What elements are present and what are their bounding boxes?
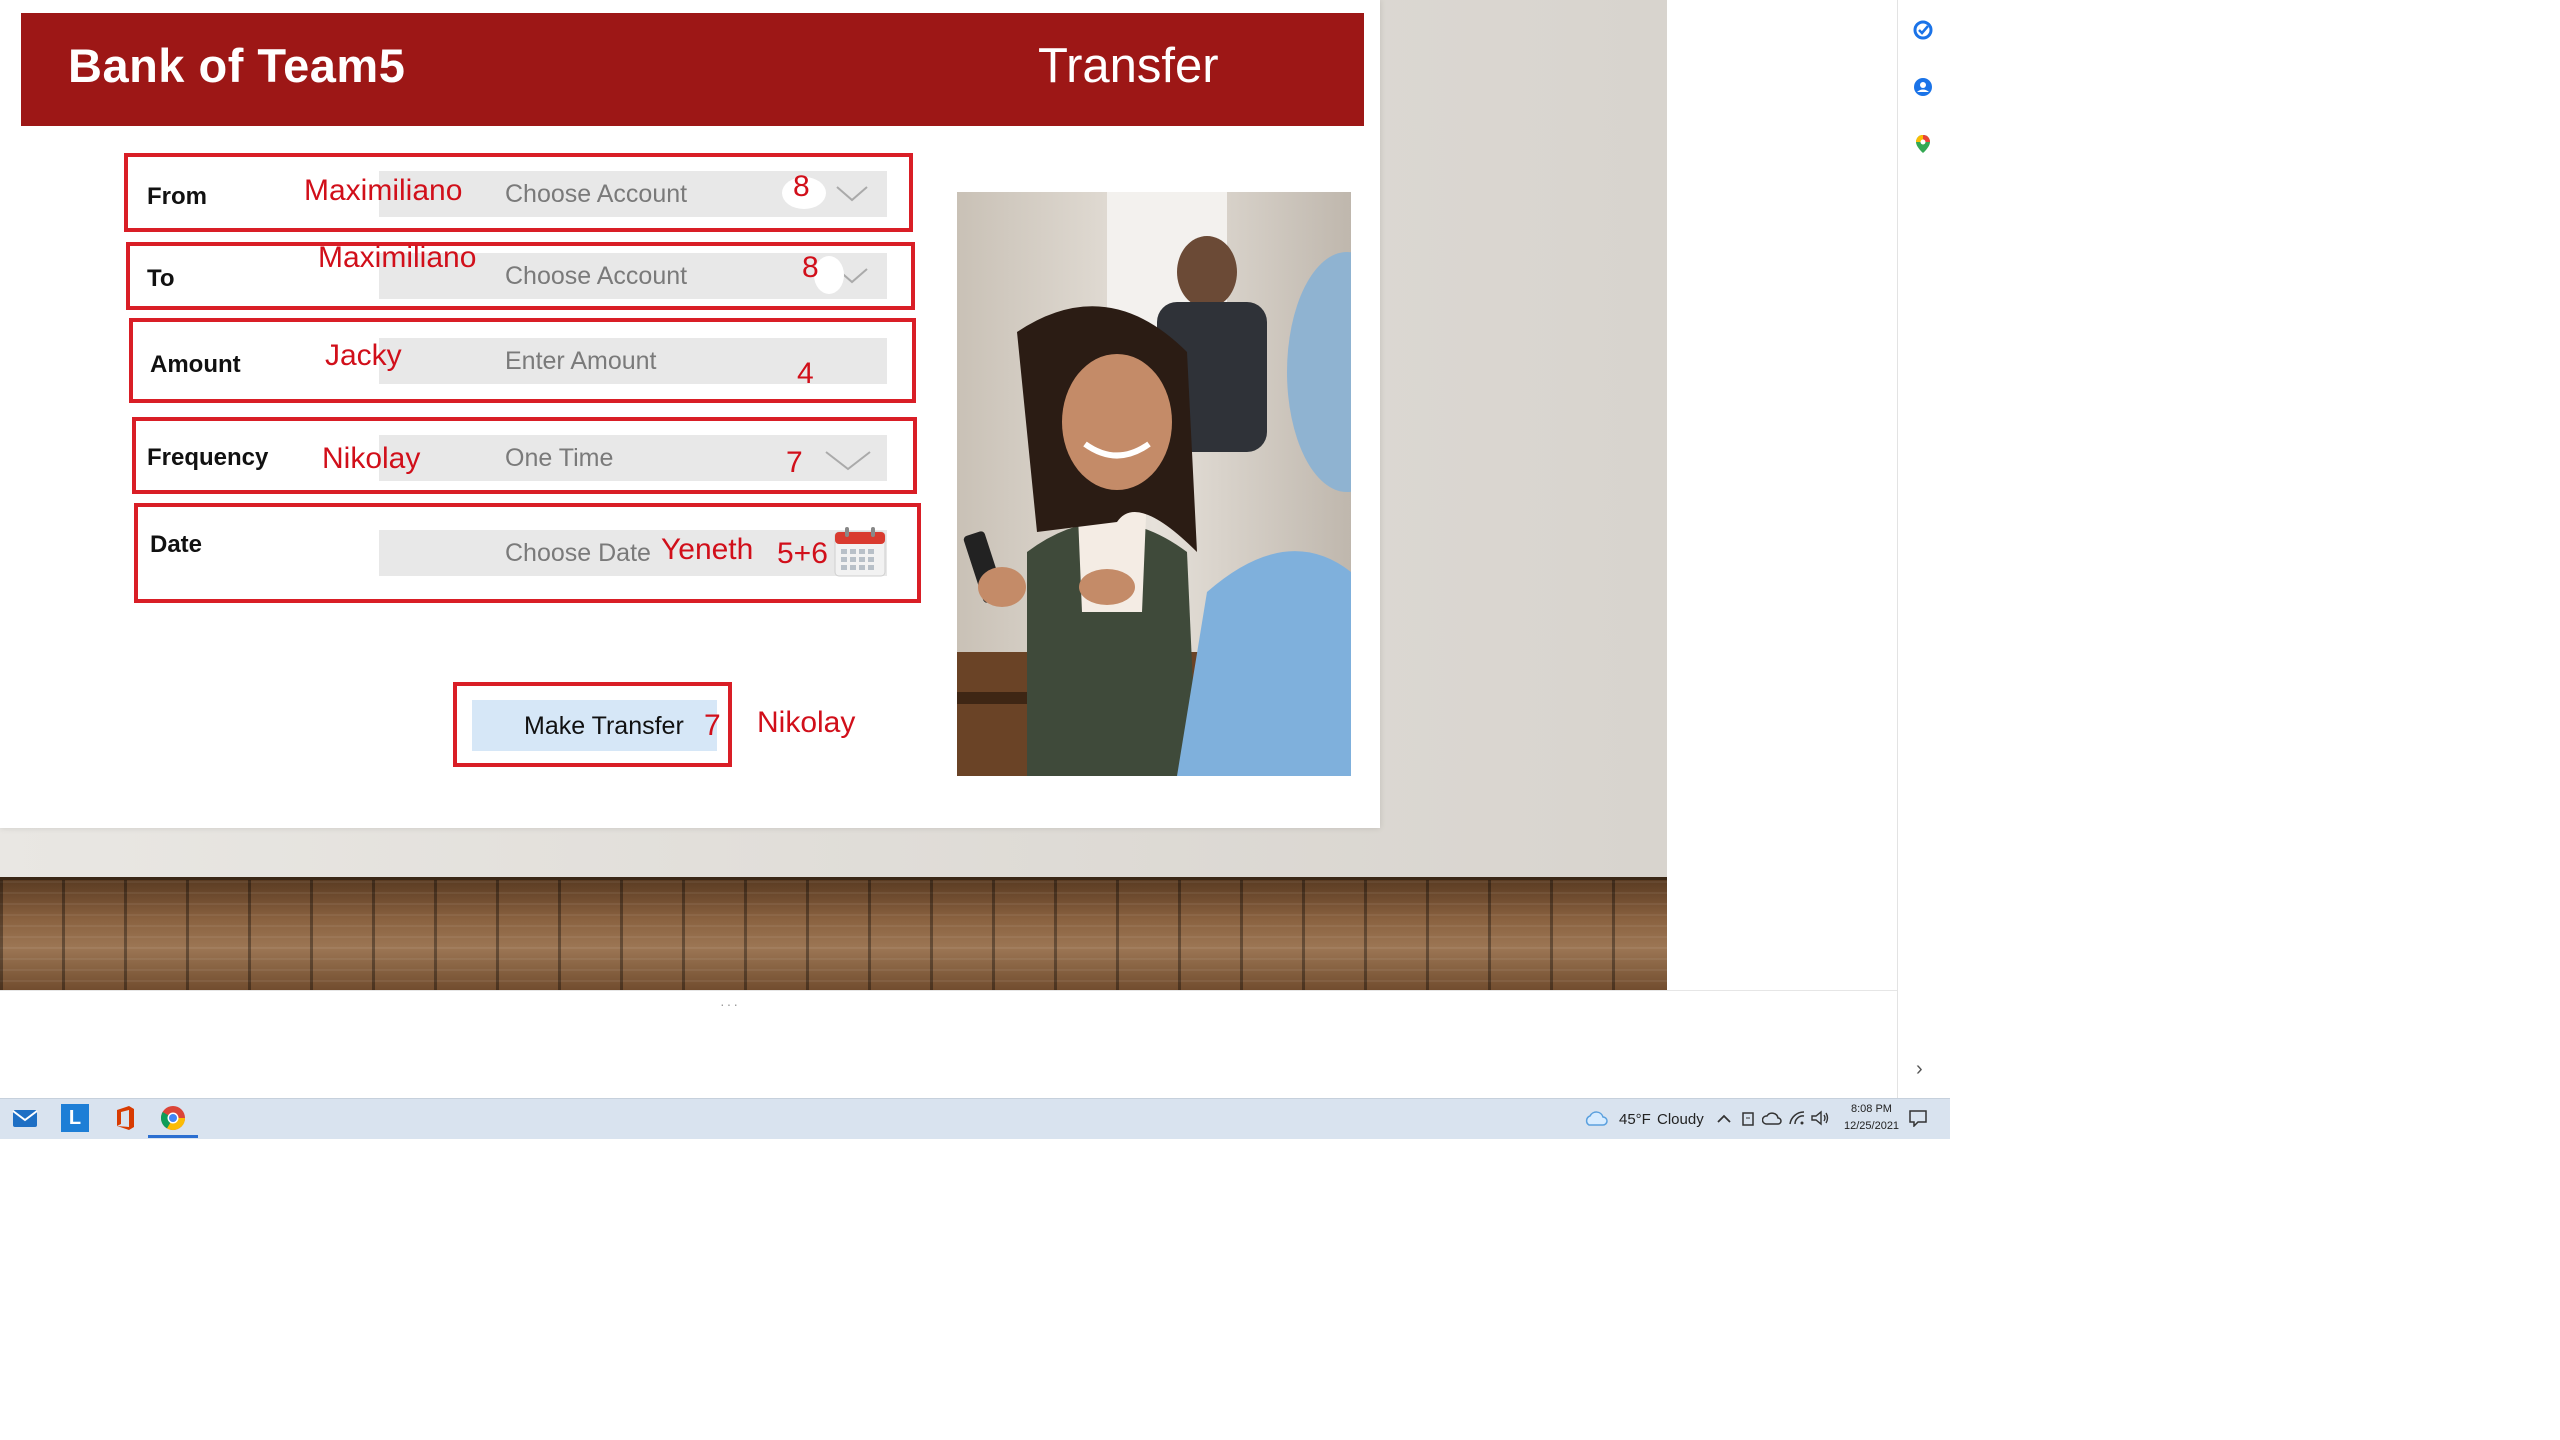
- clock-date[interactable]: 12/25/2021: [1844, 1120, 1899, 1132]
- to-assignee: Maximiliano: [318, 241, 477, 274]
- notes-area[interactable]: [0, 990, 1897, 1099]
- calendar-icon[interactable]: [832, 526, 888, 578]
- customer-photo: [957, 192, 1351, 776]
- date-placeholder: Choose Date: [505, 539, 651, 567]
- weather-condition[interactable]: Cloudy: [1657, 1111, 1704, 1128]
- from-assignee: Maximiliano: [304, 174, 463, 207]
- clock-time[interactable]: 8:08 PM: [1851, 1103, 1892, 1115]
- amount-label: Amount: [150, 351, 241, 378]
- make-transfer-number: 7: [704, 709, 721, 742]
- amount-number: 4: [797, 357, 814, 390]
- make-transfer-label: Make Transfer: [524, 712, 684, 740]
- from-placeholder: Choose Account: [505, 180, 688, 208]
- date-label: Date: [150, 531, 203, 558]
- to-number: 8: [802, 251, 819, 284]
- frequency-assignee: Nikolay: [322, 442, 421, 475]
- contacts-icon[interactable]: [1912, 76, 1934, 98]
- frequency-label: Frequency: [147, 444, 269, 471]
- weather-cloud-icon[interactable]: [1583, 1110, 1609, 1128]
- background-floor: [0, 877, 1667, 993]
- bank-title: Bank of Team5: [68, 39, 406, 92]
- date-assignee: Yeneth: [661, 533, 754, 566]
- to-label: To: [147, 265, 175, 292]
- tasks-icon[interactable]: [1912, 19, 1934, 41]
- from-label: From: [147, 183, 207, 210]
- chevron-up-icon[interactable]: [1716, 1112, 1732, 1126]
- chevron-down-icon: [836, 186, 868, 202]
- expand-panel-chevron[interactable]: ›: [1916, 1058, 1923, 1081]
- frequency-select[interactable]: One Time: [379, 435, 887, 481]
- make-transfer-assignee: Nikolay: [757, 706, 856, 739]
- chevron-down-icon: [825, 451, 871, 471]
- to-placeholder: Choose Account: [505, 262, 688, 290]
- lync-icon[interactable]: L: [61, 1104, 89, 1132]
- onedrive-icon[interactable]: [1762, 1112, 1782, 1126]
- side-panel-divider: [1897, 0, 1898, 1098]
- chrome-icon[interactable]: [159, 1104, 187, 1132]
- date-number: 5+6: [777, 537, 828, 570]
- frequency-value: One Time: [505, 444, 614, 472]
- make-transfer-button[interactable]: Make Transfer: [472, 700, 717, 751]
- from-number: 8: [793, 170, 810, 203]
- amount-placeholder: Enter Amount: [505, 347, 657, 375]
- weather-temp[interactable]: 45°F: [1619, 1111, 1651, 1128]
- active-app-indicator: [148, 1135, 198, 1138]
- page-heading: Transfer: [1038, 39, 1219, 93]
- office-icon[interactable]: [111, 1104, 139, 1132]
- device-icon[interactable]: [1740, 1110, 1756, 1128]
- notifications-icon[interactable]: [1908, 1109, 1928, 1127]
- pane-splitter[interactable]: ···: [720, 997, 750, 1011]
- maps-icon[interactable]: [1912, 133, 1934, 155]
- frequency-number: 7: [786, 446, 803, 479]
- volume-icon[interactable]: [1810, 1110, 1830, 1126]
- wifi-icon[interactable]: [1788, 1110, 1806, 1126]
- mail-icon[interactable]: [11, 1104, 39, 1132]
- amount-assignee: Jacky: [325, 339, 402, 372]
